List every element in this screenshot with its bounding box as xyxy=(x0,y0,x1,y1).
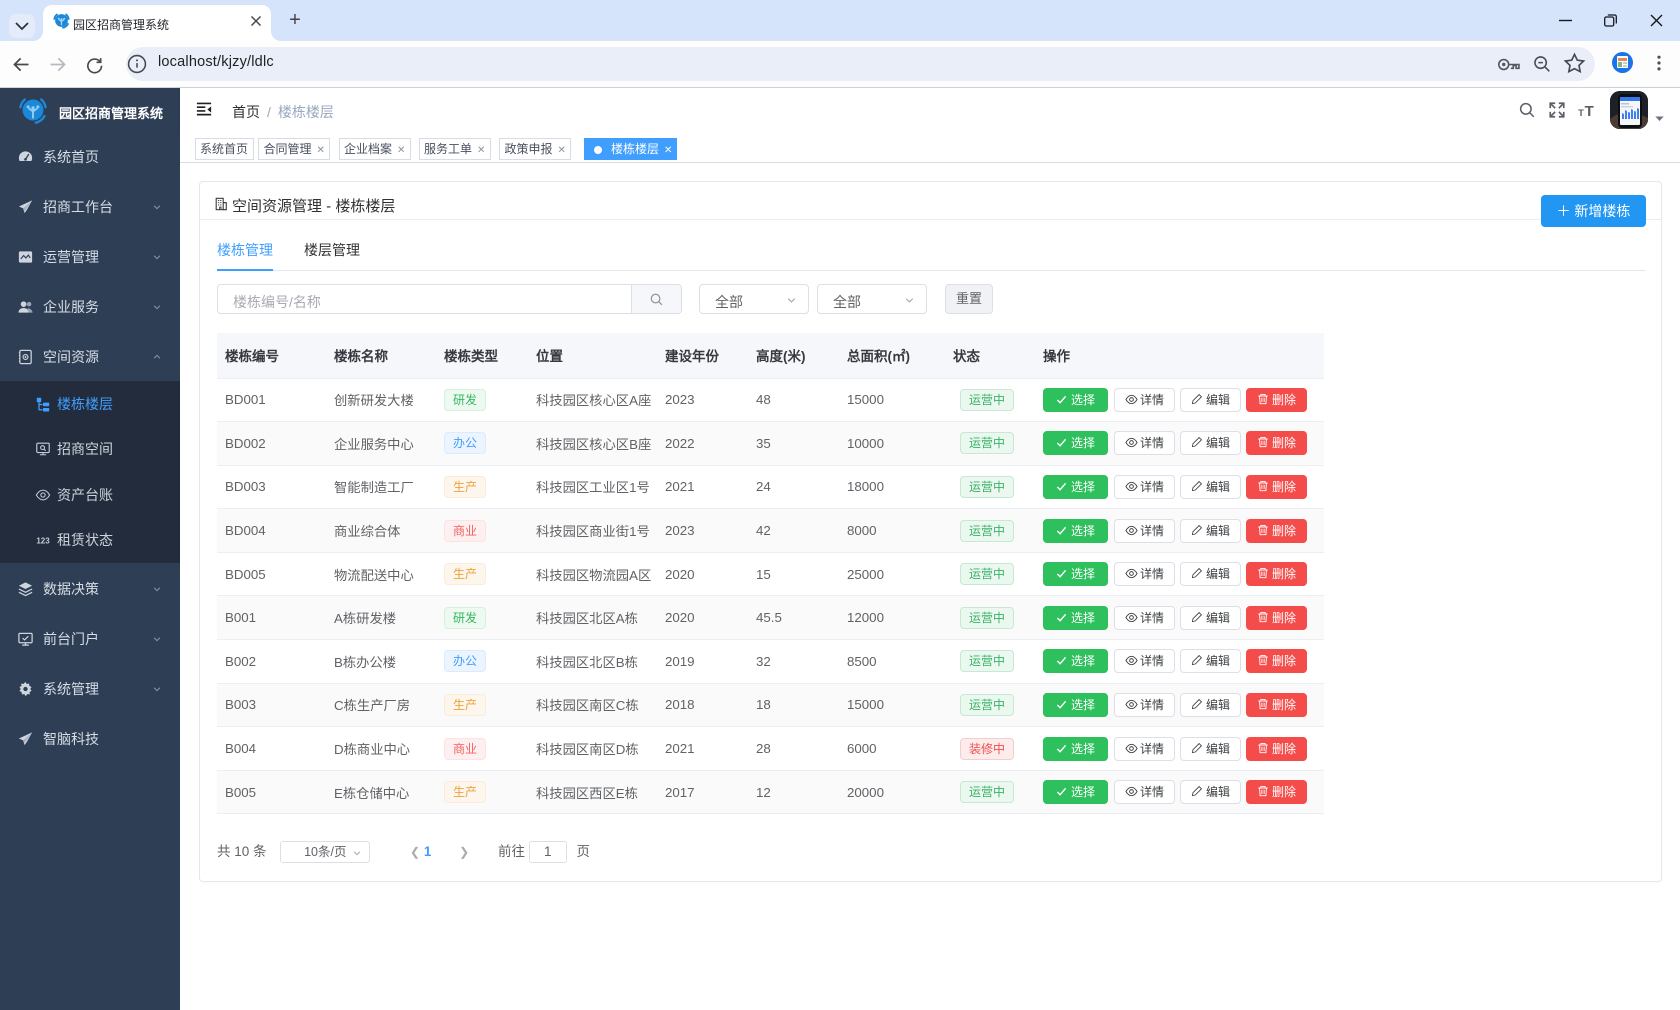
svg-text:123: 123 xyxy=(36,537,50,546)
svg-text:T: T xyxy=(1578,107,1584,118)
svg-text:T: T xyxy=(1585,103,1595,118)
